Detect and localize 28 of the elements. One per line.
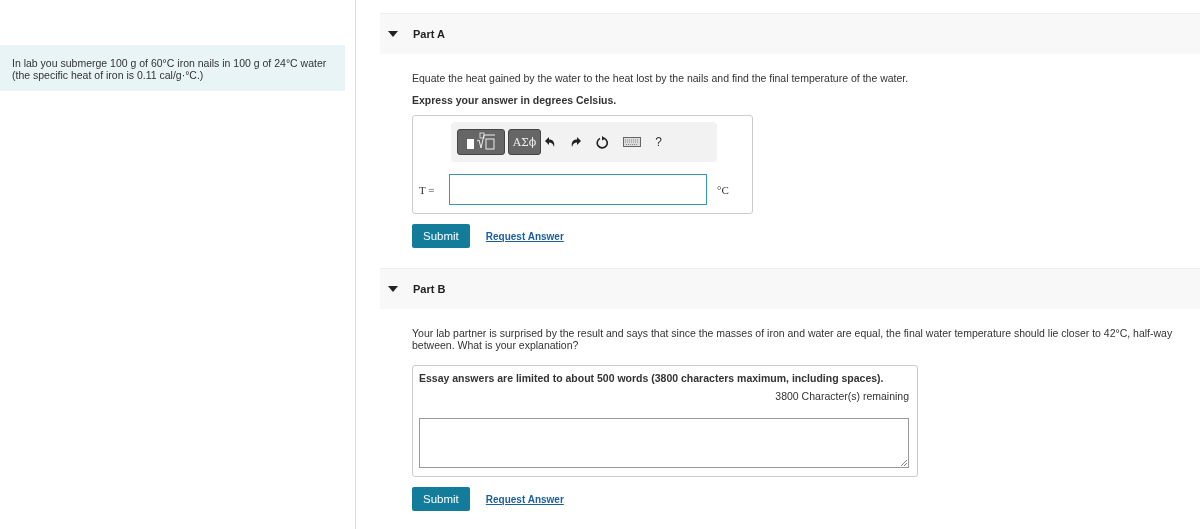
triangle-icon[interactable]: [388, 31, 398, 37]
resize-grip-icon[interactable]: [900, 459, 907, 466]
keyboard-icon[interactable]: [623, 137, 642, 147]
submit-button[interactable]: Submit: [412, 224, 470, 248]
answer-field[interactable]: [449, 174, 707, 205]
reset-icon[interactable]: [596, 135, 610, 149]
question-text: Your lab partner is surprised by the result and says that since the masses of iron and water are equal, the final water temperature should lie closer to 42°C, half-way between. What is your explanation?: [412, 327, 1174, 351]
request-answer-link[interactable]: Request Answer: [485, 493, 564, 505]
help-button[interactable]: ?: [655, 135, 662, 149]
unit-label: °C: [717, 183, 729, 196]
triangle-icon[interactable]: [388, 286, 398, 292]
answer-instruction: Express your answer in degrees Celsius.: [412, 94, 617, 106]
part-header[interactable]: Part B: [380, 268, 1200, 309]
part-title: Part B: [413, 283, 446, 295]
greek-button[interactable]: ΑΣϕ: [508, 129, 542, 155]
template-button[interactable]: [457, 129, 505, 155]
question-text: Equate the heat gained by the water to the heat lost by the nails and find the final temperature of the water.: [412, 72, 910, 84]
part-header[interactable]: Part A: [380, 13, 1200, 54]
redo-icon[interactable]: [570, 136, 583, 148]
problem-statement: In lab you submerge 100 g of 60°C iron nails in 100 g of 24°C water (the specific heat of iron is 0.11 cal/g·°C.): [12, 57, 327, 81]
essay-field[interactable]: [419, 418, 909, 468]
submit-button[interactable]: Submit: [412, 487, 470, 511]
essay-limit-note: Essay answers are limited to about 500 words (3800 characters maximum, including spaces).: [419, 372, 885, 384]
undo-icon[interactable]: [544, 136, 557, 148]
character-counter: 3800 Character(s) remaining: [774, 390, 909, 402]
request-answer-link[interactable]: Request Answer: [485, 230, 564, 242]
variable-label: T =: [419, 183, 436, 196]
part-title: Part A: [413, 28, 445, 40]
